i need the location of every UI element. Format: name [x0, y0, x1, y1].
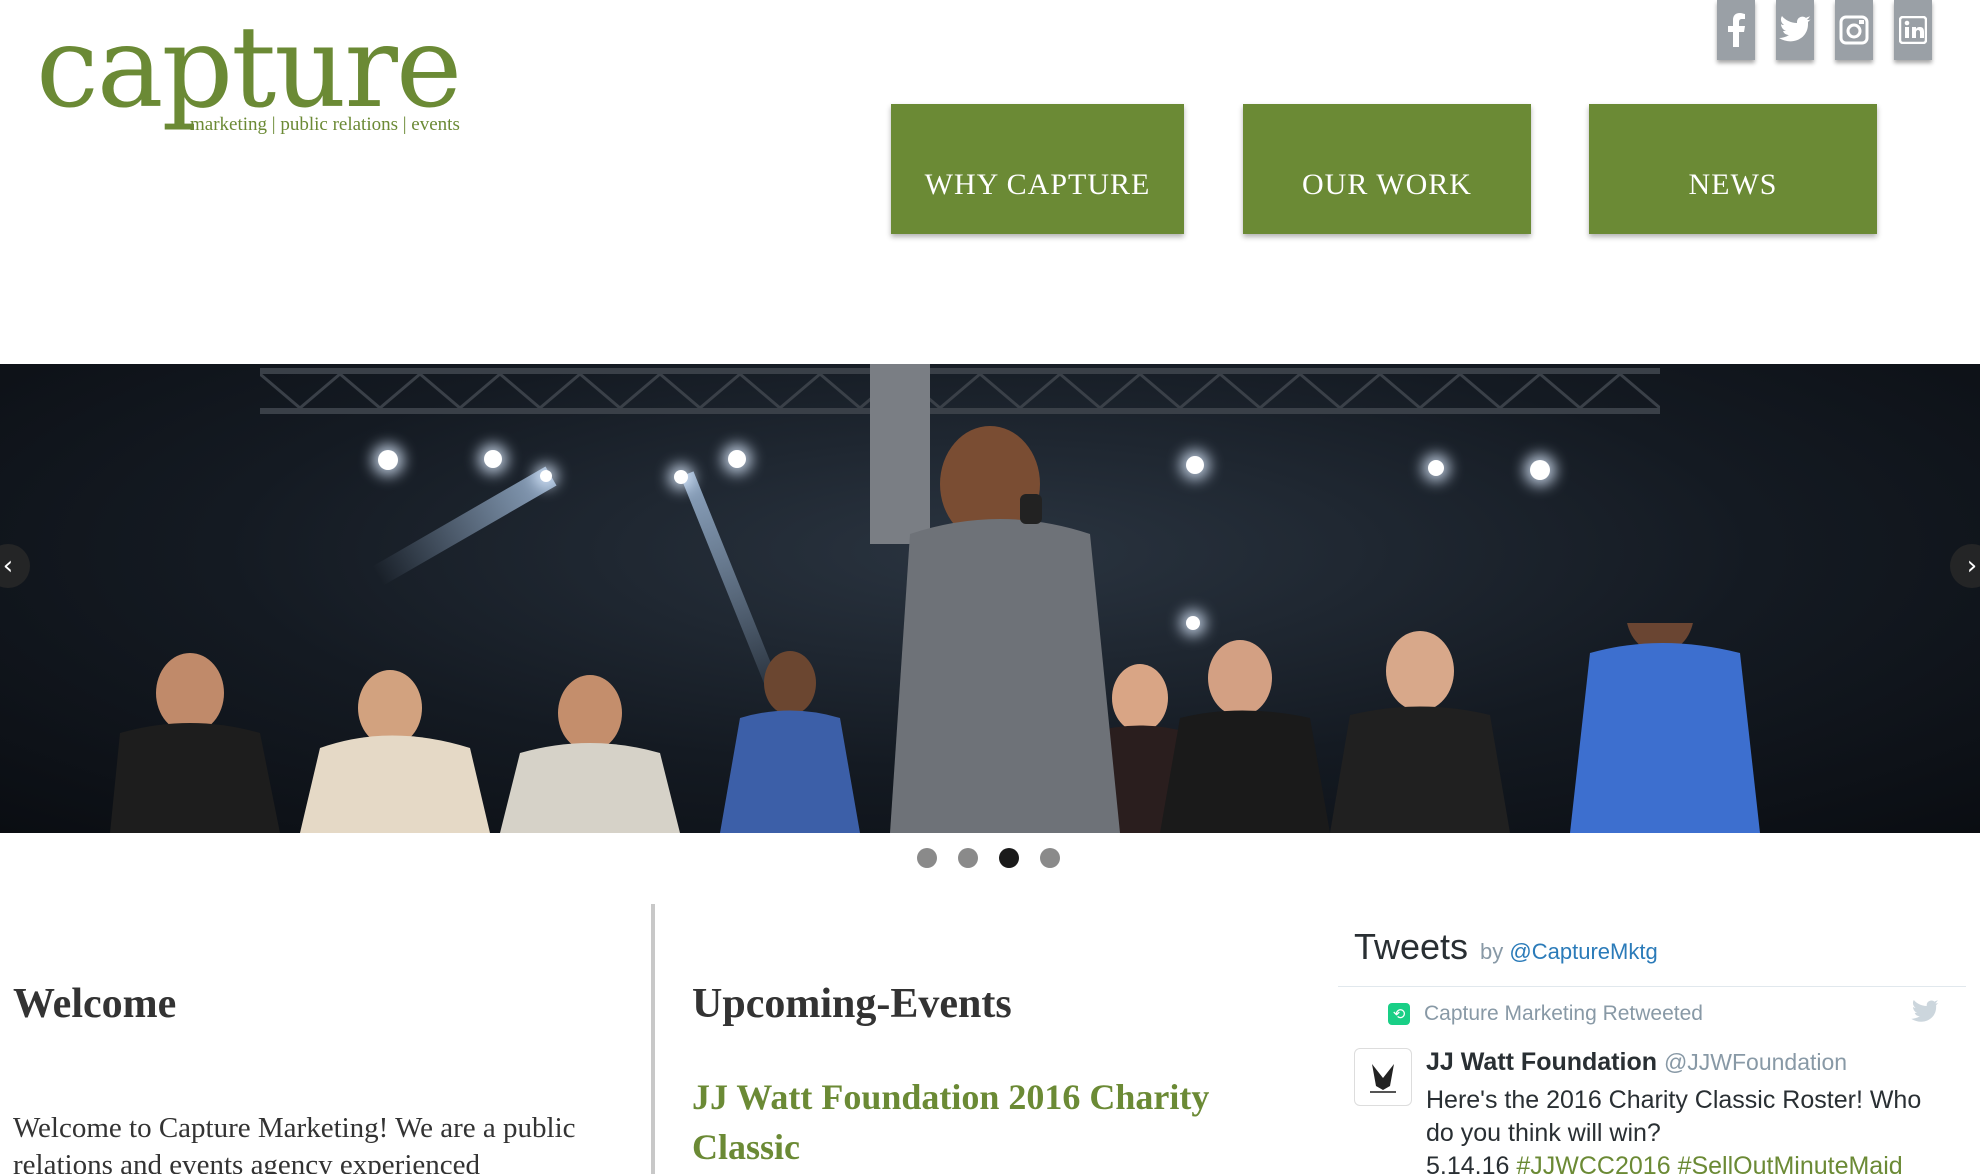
- tweet-author[interactable]: JJ Watt Foundation @JJWFoundation: [1426, 1048, 1847, 1077]
- stage-light: [484, 450, 502, 468]
- facebook-icon[interactable]: [1717, 0, 1755, 60]
- nav-news-button[interactable]: NEWS: [1589, 104, 1877, 234]
- stage-light: [1428, 460, 1444, 476]
- capture-logo[interactable]: capture marketing | public relations | e…: [36, 12, 476, 168]
- stage-light: [674, 470, 688, 484]
- retweet-label: Capture Marketing Retweeted: [1424, 1002, 1703, 1025]
- logo-tagline: marketing | public relations | events: [190, 114, 460, 135]
- twitter-bird-icon[interactable]: [1910, 1000, 1940, 1024]
- divider: [1338, 986, 1966, 987]
- slider-prev-button[interactable]: ‹: [0, 544, 30, 588]
- welcome-heading: Welcome: [13, 981, 177, 1027]
- hashtag-link[interactable]: #JJWCC2016: [1516, 1152, 1670, 1174]
- retweet-indicator: ⟲ Capture Marketing Retweeted: [1388, 1002, 1703, 1026]
- lead-singer: [870, 364, 1120, 833]
- tweets-header: Tweets by @CaptureMktg: [1354, 926, 1658, 968]
- hashtag-link[interactable]: #SellOutMinuteMaid: [1678, 1152, 1903, 1174]
- tweets-title: Tweets: [1354, 926, 1469, 967]
- welcome-text: Welcome to Capture Marketing! We are a p…: [13, 1112, 576, 1174]
- linkedin-icon[interactable]: [1894, 0, 1932, 60]
- slider-next-button[interactable]: ›: [1950, 544, 1980, 588]
- column-divider: [651, 904, 655, 1174]
- tweet-body: Here's the 2016 Charity Classic Roster! …: [1426, 1086, 1922, 1147]
- by-label: by: [1480, 939, 1504, 964]
- nav-our-work-button[interactable]: OUR WORK: [1243, 104, 1531, 234]
- slider-dot[interactable]: [917, 848, 937, 868]
- author-name: JJ Watt Foundation: [1426, 1048, 1657, 1076]
- slider-pagination: [917, 848, 1060, 868]
- tweet-text: Here's the 2016 Charity Classic Roster! …: [1426, 1084, 1946, 1174]
- stage-light: [1530, 460, 1550, 480]
- social-links: [1717, 0, 1932, 60]
- avatar[interactable]: [1354, 1048, 1412, 1106]
- slider-dot[interactable]: [958, 848, 978, 868]
- retweet-icon: ⟲: [1388, 1003, 1410, 1025]
- stage-light: [728, 450, 746, 468]
- tweets-by: by @CaptureMktg: [1480, 939, 1658, 965]
- logo-wordmark: capture: [36, 3, 462, 133]
- author-handle: @JJWFoundation: [1663, 1049, 1848, 1075]
- tweets-handle-link[interactable]: @CaptureMktg: [1509, 939, 1657, 964]
- stage-light: [540, 470, 552, 482]
- hero-slider[interactable]: ‹ ›: [0, 364, 1980, 833]
- nav-why-capture-button[interactable]: WHY CAPTURE: [891, 104, 1184, 234]
- tweet-date: 5.14.16: [1426, 1152, 1510, 1174]
- event-link[interactable]: JJ Watt Foundation 2016 Charity Classic: [692, 1072, 1252, 1172]
- upcoming-events-heading: Upcoming-Events: [692, 981, 1012, 1027]
- stage-light: [1186, 456, 1204, 474]
- spotlight-beam: [372, 466, 557, 586]
- twitter-icon[interactable]: [1776, 0, 1814, 60]
- stage-light: [378, 450, 398, 470]
- slider-dot[interactable]: [1040, 848, 1060, 868]
- instagram-icon[interactable]: [1835, 0, 1873, 60]
- twitter-timeline: Tweets by @CaptureMktg ⟲ Capture Marketi…: [1338, 920, 1974, 1174]
- slider-dot-active[interactable]: [999, 848, 1019, 868]
